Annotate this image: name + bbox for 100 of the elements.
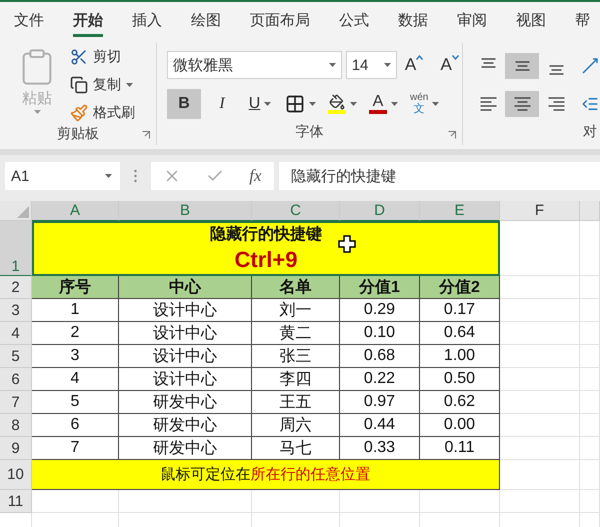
font-size-field[interactable]: 14 bbox=[346, 51, 397, 79]
empty-cell[interactable] bbox=[420, 490, 500, 513]
table-cell: 张三 bbox=[252, 345, 340, 368]
grip-icon bbox=[134, 169, 137, 183]
table-cell: 设计中心 bbox=[119, 368, 252, 391]
empty-cell[interactable] bbox=[580, 276, 600, 299]
select-all-icon[interactable] bbox=[17, 206, 29, 218]
group-label: 对 bbox=[583, 123, 598, 141]
row-header[interactable]: 8 bbox=[0, 414, 32, 437]
borders-icon bbox=[285, 94, 305, 114]
column-header[interactable]: C bbox=[252, 201, 340, 221]
empty-cell[interactable] bbox=[500, 490, 580, 513]
ribbon-tab[interactable]: 数据 bbox=[398, 2, 428, 37]
table-cell: 0.97 bbox=[340, 391, 420, 414]
caret-icon bbox=[350, 102, 357, 106]
ribbon-tab[interactable]: 绘图 bbox=[191, 2, 221, 37]
table-cell: 设计中心 bbox=[119, 322, 252, 345]
empty-cell[interactable] bbox=[580, 299, 600, 322]
caret-icon bbox=[384, 63, 391, 67]
clipboard-command[interactable]: 复制 bbox=[70, 73, 135, 97]
column-heading-cell: 名单 bbox=[252, 276, 340, 299]
column-header[interactable]: B bbox=[119, 201, 252, 221]
empty-cell[interactable] bbox=[580, 345, 600, 368]
ribbon-tab[interactable]: 帮 bbox=[575, 2, 590, 37]
title-cell[interactable]: 隐藏行的快捷键 Ctrl+9 bbox=[32, 221, 500, 276]
ribbon-tab[interactable]: 公式 bbox=[339, 2, 369, 37]
table-cell: 0.44 bbox=[340, 414, 420, 437]
empty-cell[interactable] bbox=[252, 490, 340, 513]
empty-cell[interactable] bbox=[580, 391, 600, 414]
empty-cell[interactable] bbox=[580, 368, 600, 391]
table-cell: 6 bbox=[32, 414, 119, 437]
cell-shortcut: Ctrl+9 bbox=[234, 247, 298, 273]
indent-icon bbox=[581, 95, 599, 113]
column-header[interactable]: D bbox=[340, 201, 420, 221]
note-cell: 鼠标可定位在所在行的任意位置 bbox=[32, 460, 500, 490]
empty-cell[interactable] bbox=[580, 414, 600, 437]
dialog-launcher-icon[interactable] bbox=[448, 131, 456, 139]
column-header[interactable]: F bbox=[500, 201, 580, 221]
table-cell: 0.00 bbox=[420, 414, 500, 437]
empty-cell[interactable] bbox=[580, 322, 600, 345]
row-header[interactable]: 6 bbox=[0, 368, 32, 391]
top-align-icon bbox=[480, 58, 496, 68]
ribbon-tab[interactable]: 视图 bbox=[516, 2, 546, 37]
table-cell: 设计中心 bbox=[119, 345, 252, 368]
ribbon-tab[interactable]: 审阅 bbox=[457, 2, 487, 37]
table-cell: 研发中心 bbox=[119, 414, 252, 437]
ribbon-tab[interactable]: 页面布局 bbox=[250, 2, 310, 37]
clipboard-command[interactable]: 格式刷 bbox=[70, 101, 135, 125]
phonetic-button[interactable]: wén 文 bbox=[406, 89, 444, 119]
table-cell: 刘一 bbox=[252, 299, 340, 322]
bold-button[interactable]: B bbox=[167, 89, 201, 119]
dialog-launcher-icon[interactable] bbox=[142, 131, 150, 139]
caret-icon bbox=[34, 110, 40, 114]
cursor-icon bbox=[338, 235, 356, 253]
row-header[interactable]: 10 bbox=[0, 460, 32, 490]
empty-cell[interactable] bbox=[340, 490, 420, 513]
caret-up-icon bbox=[416, 55, 424, 60]
column-heading-cell: 分值2 bbox=[420, 276, 500, 299]
right-align-icon bbox=[548, 97, 564, 111]
column-header[interactable]: E bbox=[420, 201, 500, 221]
table-cell: 0.62 bbox=[420, 391, 500, 414]
name-box[interactable]: A1 bbox=[5, 162, 120, 190]
clipboard-command[interactable]: 剪切 bbox=[70, 45, 135, 69]
table-cell: 7 bbox=[32, 437, 119, 460]
shrink-font-button[interactable]: A bbox=[436, 51, 462, 79]
row-header[interactable]: 1 bbox=[0, 221, 32, 276]
empty-cell[interactable] bbox=[119, 490, 252, 513]
caret-down-icon bbox=[452, 55, 459, 60]
empty-cell[interactable] bbox=[580, 490, 600, 513]
middle-align-icon bbox=[514, 61, 530, 71]
row-header[interactable]: 11 bbox=[0, 490, 32, 513]
table-cell: 0.50 bbox=[420, 368, 500, 391]
row-header[interactable]: 2 bbox=[0, 276, 32, 299]
formula-field[interactable]: 隐藏行的快捷键 bbox=[279, 162, 600, 190]
group-label: 字体 bbox=[296, 123, 324, 141]
row-header[interactable]: 9 bbox=[0, 437, 32, 460]
align-button[interactable] bbox=[505, 53, 539, 79]
row-header[interactable]: 4 bbox=[0, 322, 32, 345]
underline-button[interactable]: U bbox=[243, 89, 277, 119]
empty-cell[interactable] bbox=[580, 460, 600, 490]
row-header[interactable]: 7 bbox=[0, 391, 32, 414]
bottom-align-icon bbox=[548, 65, 564, 75]
row-header[interactable]: 5 bbox=[0, 345, 32, 368]
row-header[interactable]: 3 bbox=[0, 299, 32, 322]
ribbon-tab[interactable]: 插入 bbox=[132, 2, 162, 37]
italic-button[interactable]: I bbox=[205, 89, 239, 119]
grow-font-button[interactable]: A bbox=[400, 51, 426, 79]
column-header[interactable]: A bbox=[32, 201, 119, 221]
ribbon-tab[interactable]: 文件 bbox=[14, 2, 44, 37]
paint-bucket-icon bbox=[329, 94, 345, 110]
empty-cell[interactable] bbox=[580, 437, 600, 460]
font-color-button[interactable]: A bbox=[365, 89, 402, 119]
copy-icon bbox=[70, 76, 88, 94]
caret-icon bbox=[391, 102, 398, 106]
caret-icon bbox=[264, 102, 272, 106]
font-name-field[interactable]: 微软雅黑 bbox=[167, 51, 342, 79]
table-cell: 研发中心 bbox=[119, 437, 252, 460]
align-button[interactable] bbox=[505, 91, 539, 117]
center-align-icon bbox=[514, 97, 530, 111]
insert-function-button[interactable]: fx bbox=[249, 166, 262, 186]
